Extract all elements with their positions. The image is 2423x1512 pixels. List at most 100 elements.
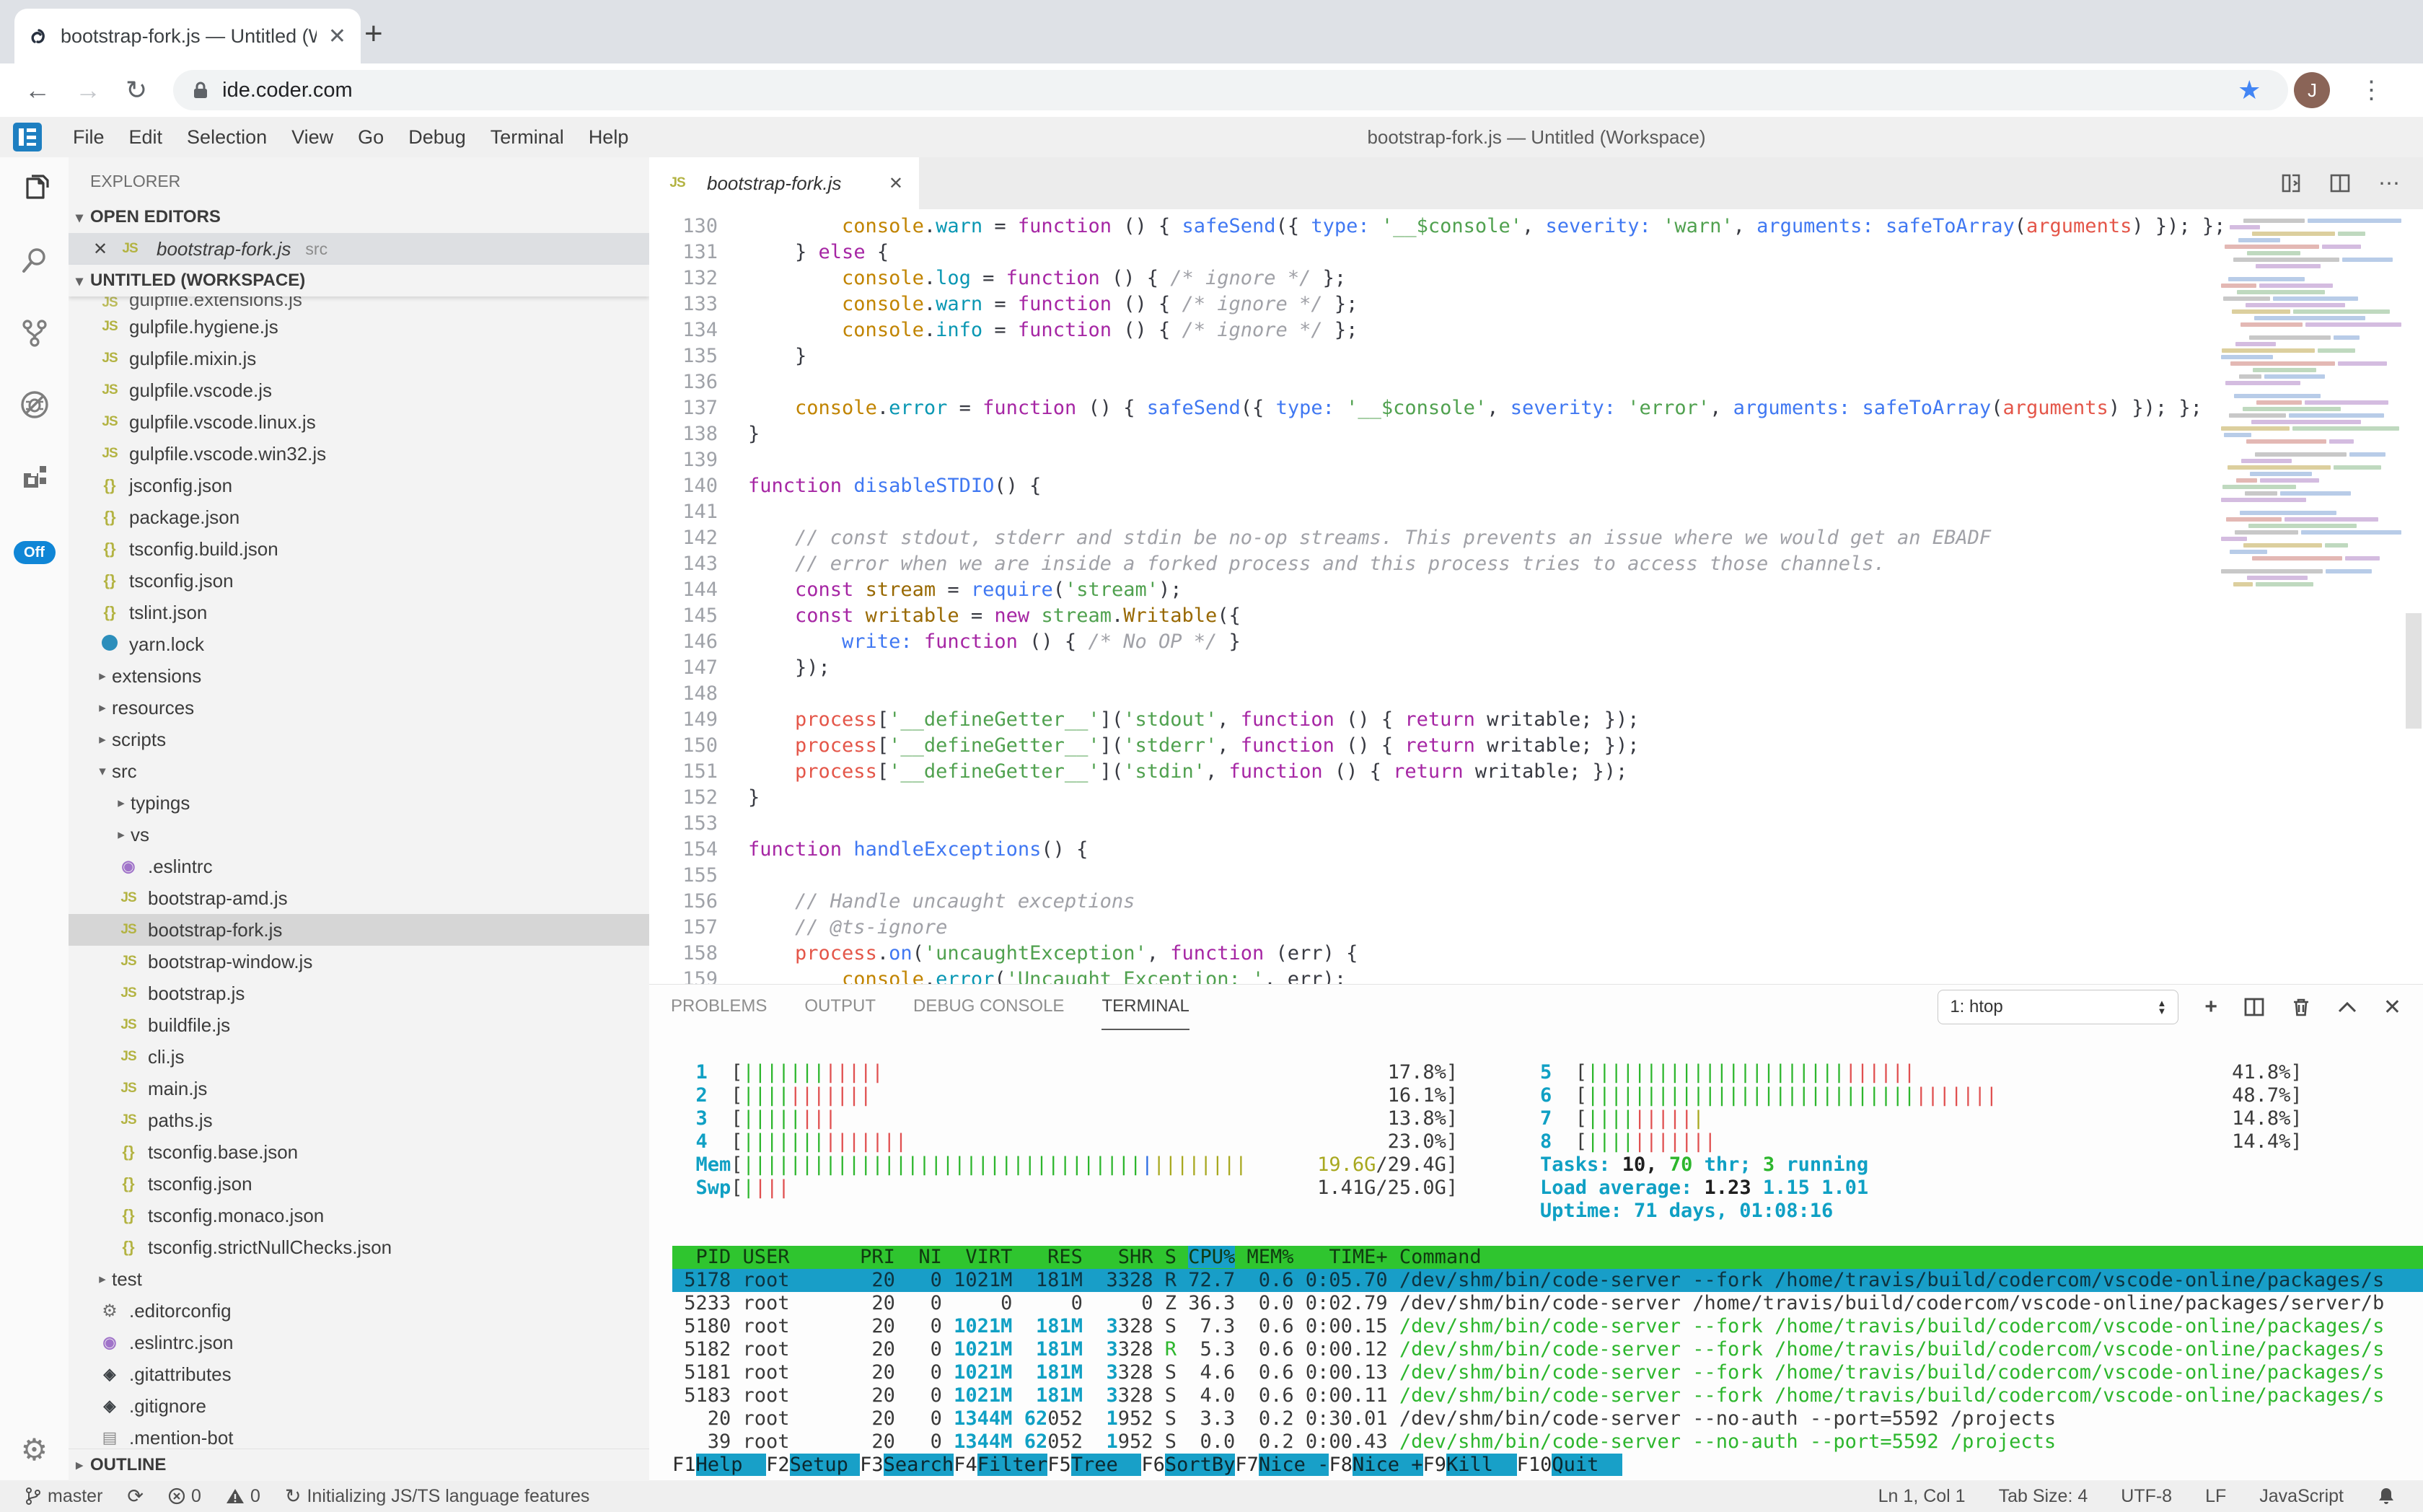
code-line[interactable]: 139 [649,447,2423,473]
tree-folder-test[interactable]: ▸test [69,1263,649,1295]
code-line[interactable]: 142 // const stdout, stderr and stdin be… [649,525,2423,551]
code-line[interactable]: 132 console.log = function () { /* ignor… [649,265,2423,291]
tree-folder-scripts[interactable]: ▸scripts [69,724,649,755]
reload-icon[interactable]: ↻ [126,75,147,105]
more-actions-icon[interactable]: ⋯ [2378,171,2401,196]
split-terminal-icon[interactable] [2243,996,2265,1018]
tree-item[interactable]: JSgulpfile.vscode.win32.js [69,438,649,470]
close-panel-icon[interactable]: ✕ [2383,995,2401,1020]
code-line[interactable]: 154function handleExceptions() { [649,837,2423,863]
tree-folder-resources[interactable]: ▸resources [69,692,649,724]
code-line[interactable]: 135 } [649,343,2423,369]
tree-folder-vs[interactable]: ▸vs [69,819,649,850]
tree-item[interactable]: ◉.eslintrc.json [69,1327,649,1358]
tree-item[interactable]: JSbootstrap-fork.js [69,914,649,946]
status-spinner[interactable]: ↻Initializing JS/TS language features [285,1485,590,1508]
source-control-icon[interactable] [0,302,69,364]
status-tab-size-4[interactable]: Tab Size: 4 [1999,1486,2088,1507]
open-editor-item[interactable]: ✕ JS bootstrap-fork.js src [69,233,649,265]
status-javascript[interactable]: JavaScript [2259,1486,2344,1507]
tree-item[interactable]: {}tsconfig.json [69,565,649,597]
code-line[interactable]: 148 [649,681,2423,707]
tree-folder-src[interactable]: ▾src [69,755,649,787]
htop-table-header[interactable]: PID USER PRI NI VIRT RES SHR S CPU% MEM%… [672,1246,2423,1269]
tree-folder-typings[interactable]: ▸typings [69,787,649,819]
terminal[interactable]: 1 [|||||||||||| 17.8%] 5 [||||||||||||||… [649,1029,2423,1477]
tree-item[interactable]: JSgulpfile.vscode.js [69,374,649,406]
tree-item[interactable]: JSpaths.js [69,1104,649,1136]
code-line[interactable]: 138} [649,421,2423,447]
search-icon[interactable] [0,229,69,291]
status-utf-8[interactable]: UTF-8 [2121,1486,2172,1507]
status-ln-1-col-1[interactable]: Ln 1, Col 1 [1878,1486,1966,1507]
tab-close-icon[interactable]: ✕ [328,24,346,49]
code-line[interactable]: 140function disableSTDIO() { [649,473,2423,499]
menu-view[interactable]: View [279,126,346,149]
code-line[interactable]: 153 [649,811,2423,837]
tree-item[interactable]: {}tslint.json [69,597,649,628]
editor-scrollbar[interactable] [2406,613,2422,729]
avatar[interactable]: J [2294,72,2330,108]
panel-tab-output[interactable]: OUTPUT [804,984,876,1029]
tree-item[interactable]: ◈.gitattributes [69,1358,649,1390]
tree-item[interactable]: ◈.gitignore [69,1390,649,1422]
code-line[interactable]: 146 write: function () { /* No OP */ } [649,629,2423,655]
workspace-header[interactable]: ▾ UNTITLED (WORKSPACE) [69,265,649,296]
bookmark-star-icon[interactable]: ★ [2238,75,2261,105]
code-line[interactable]: 155 [649,863,2423,889]
close-icon[interactable]: ✕ [93,239,115,260]
tree-item[interactable]: JSbuildfile.js [69,1009,649,1041]
tree-item[interactable]: {}tsconfig.build.json [69,533,649,565]
browser-tab[interactable]: bootstrap-fork.js — Untitled (W( ✕ [14,9,361,63]
editor-tab[interactable]: JS bootstrap-fork.js ✕ [649,157,919,209]
tree-item[interactable]: {}tsconfig.json [69,1168,649,1200]
tree-item[interactable]: JSgulpfile.hygiene.js [69,311,649,343]
code-line[interactable]: 152} [649,785,2423,811]
menu-debug[interactable]: Debug [396,126,478,149]
tree-item[interactable]: ◉.eslintrc [69,850,649,882]
status-warning[interactable]: 0 [226,1486,260,1507]
code-line[interactable]: 141 [649,499,2423,525]
code-line[interactable]: 150 process['__defineGetter__']('stderr'… [649,733,2423,759]
code-line[interactable]: 157 // @ts-ignore [649,915,2423,941]
maximize-panel-icon[interactable] [2337,1001,2357,1014]
menu-edit[interactable]: Edit [117,126,175,149]
code-line[interactable]: 144 const stream = require('stream'); [649,577,2423,603]
minimap[interactable] [2221,212,2401,811]
status-git-branch[interactable]: master [25,1486,102,1507]
tree-item[interactable]: JScli.js [69,1041,649,1073]
status-sync[interactable]: ⟳ [127,1485,144,1508]
explorer-icon[interactable] [0,157,69,219]
sync-off-badge[interactable]: Off [14,541,56,564]
back-icon[interactable]: ← [25,75,50,105]
tree-item[interactable]: yarn.lock [69,628,649,660]
menu-help[interactable]: Help [576,126,641,149]
open-changes-icon[interactable] [2280,172,2302,194]
code-line[interactable]: 149 process['__defineGetter__']('stdout'… [649,707,2423,733]
new-terminal-icon[interactable]: + [2204,995,2217,1019]
tree-item[interactable]: JSbootstrap.js [69,977,649,1009]
tree-item[interactable]: {}tsconfig.strictNullChecks.json [69,1231,649,1263]
terminal-picker[interactable]: 1: htop ▲▼ [1938,990,2178,1024]
code-line[interactable]: 143 // error when we are inside a forked… [649,551,2423,577]
settings-gear-icon[interactable]: ⚙ [0,1432,69,1467]
tree-item[interactable]: JSmain.js [69,1073,649,1104]
tree-item[interactable]: JSgulpfile.vscode.linux.js [69,406,649,438]
tree-item[interactable]: {}tsconfig.monaco.json [69,1200,649,1231]
htop-fkey-bar[interactable]: F1Help F2Setup F3SearchF4FilterF5Tree F6… [672,1454,2423,1477]
code-line[interactable]: 158 process.on('uncaughtException', func… [649,941,2423,967]
kill-terminal-icon[interactable] [2291,996,2311,1018]
status-error[interactable]: 0 [168,1486,201,1507]
code-line[interactable]: 133 console.warn = function () { /* igno… [649,291,2423,317]
tree-folder-extensions[interactable]: ▸extensions [69,660,649,692]
code-line[interactable]: 137 console.error = function () { safeSe… [649,395,2423,421]
code-line[interactable]: 136 [649,369,2423,395]
code-line[interactable]: 145 const writable = new stream.Writable… [649,603,2423,629]
panel-tab-terminal[interactable]: TERMINAL [1101,984,1189,1030]
code-line[interactable]: 156 // Handle uncaught exceptions [649,889,2423,915]
address-bar[interactable]: ide.coder.com [173,70,2288,110]
status-bell[interactable] [2377,1486,2396,1506]
code-line[interactable]: 151 process['__defineGetter__']('stdin',… [649,759,2423,785]
app-logo-icon[interactable] [13,123,42,151]
panel-tab-debug-console[interactable]: DEBUG CONSOLE [913,984,1064,1029]
